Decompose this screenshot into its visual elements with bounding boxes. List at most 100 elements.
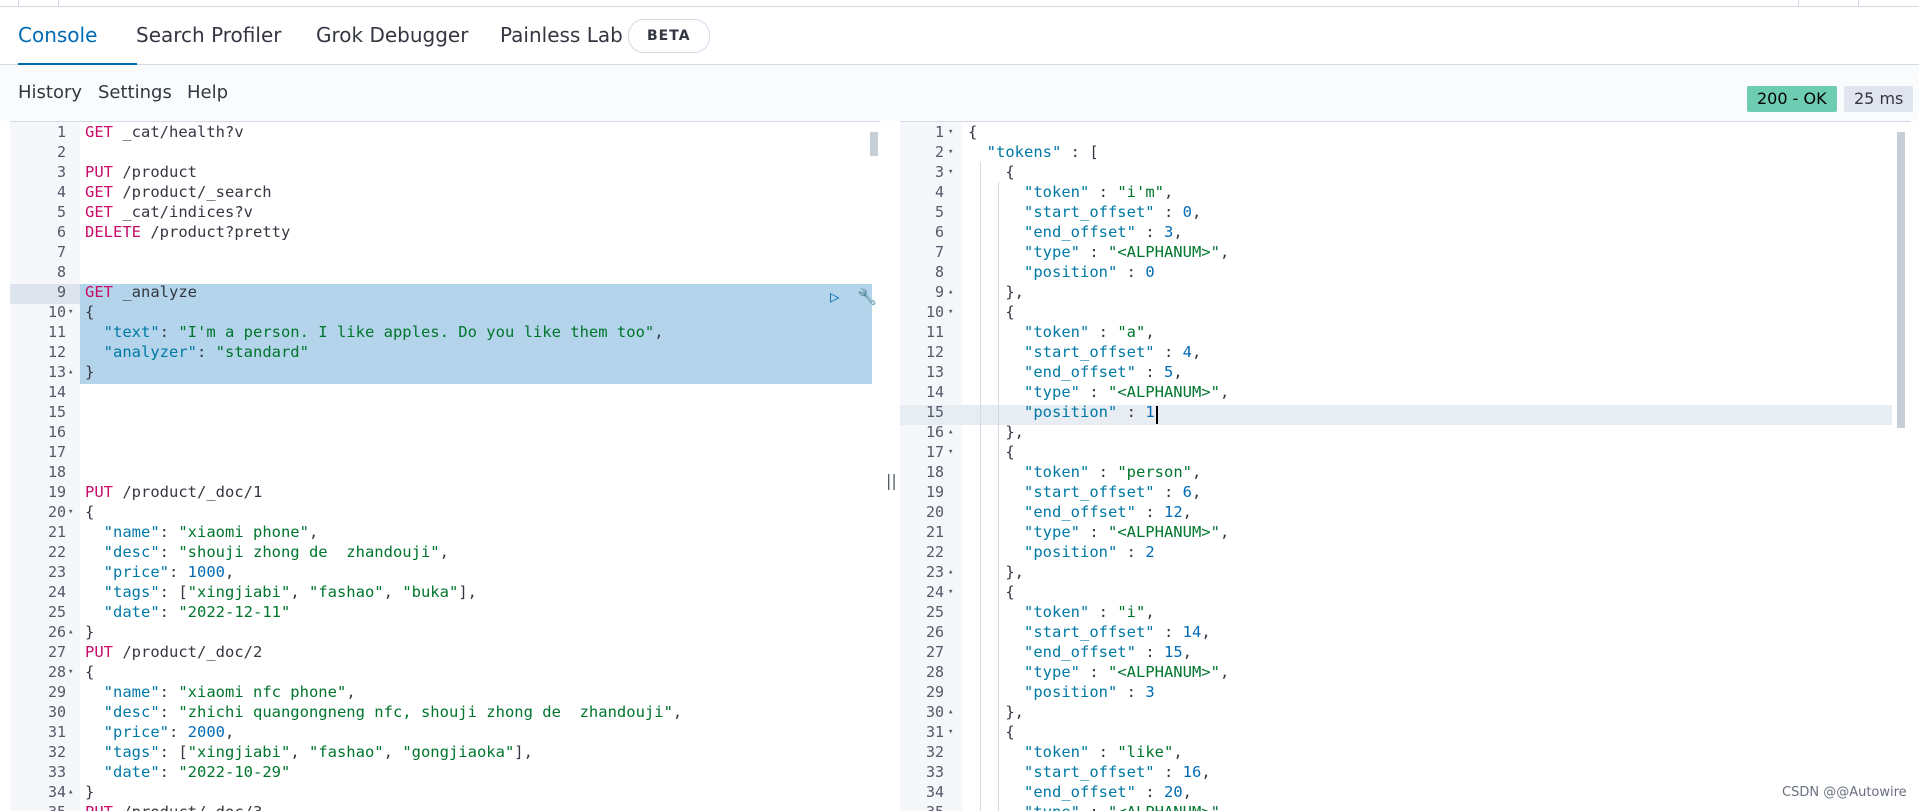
code-token: "end_offset" — [968, 363, 1136, 381]
line-number: 33 — [925, 763, 944, 781]
fold-open-icon[interactable]: ▾ — [948, 302, 953, 322]
response-scrollbar[interactable] — [1897, 132, 1905, 428]
tab-painless-lab[interactable]: Painless Lab — [500, 7, 623, 64]
tab-search-profiler[interactable]: Search Profiler — [136, 7, 281, 64]
code-text: "date": "2022-12-11" — [85, 602, 291, 622]
settings-link[interactable]: Settings — [98, 65, 172, 121]
fold-open-icon[interactable]: ▾ — [948, 122, 953, 142]
code-token: "xingjiabi" — [187, 583, 291, 601]
run-request-icon[interactable]: ▷ — [830, 287, 840, 306]
code-text: } — [85, 782, 94, 802]
fold-close-icon[interactable]: ▴ — [68, 362, 73, 382]
code-token: "tokens" — [968, 143, 1062, 161]
code-token: "position" — [968, 403, 1118, 421]
code-token: "xiaomi phone" — [178, 523, 309, 541]
fold-close-icon[interactable]: ▴ — [948, 282, 953, 302]
code-token: , — [439, 543, 449, 561]
code-token: , — [1145, 323, 1155, 341]
history-link[interactable]: History — [18, 65, 82, 121]
line-number: 18 — [925, 463, 944, 481]
code-token: { — [968, 583, 1015, 601]
code-token: , — [1201, 763, 1211, 781]
code-token: "name" — [85, 523, 160, 541]
line-number: 30 — [47, 703, 66, 721]
code-text: { — [85, 662, 94, 682]
line-number: 29 — [925, 683, 944, 701]
code-token: { — [968, 303, 1015, 321]
code-text: "end_offset" : 5, — [968, 362, 1183, 382]
line-number: 14 — [47, 383, 66, 401]
code-token: : — [1135, 223, 1164, 241]
code-token: PUT — [85, 483, 113, 501]
code-token: : — [159, 523, 179, 541]
divider — [18, 0, 19, 6]
fold-close-icon[interactable]: ▴ — [948, 562, 953, 582]
fold-open-icon[interactable]: ▾ — [948, 582, 953, 602]
fold-open-icon[interactable]: ▾ — [948, 142, 953, 162]
line-number: 27 — [925, 643, 944, 661]
wrench-icon[interactable]: 🔧 — [857, 287, 877, 306]
panel-splitter[interactable]: || — [885, 121, 897, 810]
line-number: 16 — [47, 423, 66, 441]
code-token: , — [225, 563, 235, 581]
code-token: , — [225, 723, 235, 741]
code-token: "token" — [968, 603, 1090, 621]
code-text: "position" : 3 — [968, 682, 1155, 702]
fold-open-icon[interactable]: ▾ — [68, 302, 73, 322]
drag-handle-icon[interactable]: || — [886, 471, 897, 490]
code-token: "date" — [85, 763, 160, 781]
tab-grok-debugger[interactable]: Grok Debugger — [316, 7, 468, 64]
code-token: , — [1182, 643, 1192, 661]
code-text: "start_offset" : 4, — [968, 342, 1201, 362]
fold-close-icon[interactable]: ▴ — [68, 782, 73, 802]
code-token: "price" — [85, 723, 169, 741]
code-token: "token" — [968, 183, 1090, 201]
code-text: "tokens" : [ — [968, 142, 1099, 162]
code-token: ], — [514, 743, 533, 761]
code-token: , — [1173, 363, 1183, 381]
code-token: { — [85, 503, 95, 521]
line-number: 5 — [56, 203, 66, 221]
fold-open-icon[interactable]: ▾ — [948, 722, 953, 742]
code-token: _analyze — [113, 283, 197, 301]
request-scrollbar[interactable] — [870, 132, 878, 156]
fold-close-icon[interactable]: ▴ — [948, 702, 953, 722]
request-editor[interactable]: ▷ 🔧 1 GET _cat/health?v 2 3 PUT /product 4 GET… — [10, 121, 880, 811]
response-viewer[interactable]: 1 ▾{2 ▾ "tokens" : [3 ▾ {4 "token" : "i'm",… — [900, 121, 1911, 811]
code-token: "end_offset" — [968, 643, 1136, 661]
code-token: "token" — [968, 323, 1090, 341]
code-token: 12 — [1163, 503, 1183, 521]
code-token: 0 — [1182, 203, 1192, 221]
code-token: : — [1079, 523, 1108, 541]
code-token: : — [1079, 243, 1108, 261]
fold-open-icon[interactable]: ▾ — [948, 162, 953, 182]
code-token: 0 — [1145, 263, 1155, 281]
code-token: , — [383, 743, 403, 761]
fold-open-icon[interactable]: ▾ — [68, 662, 73, 682]
line-number: 10 — [47, 303, 66, 321]
code-token: : [ — [159, 583, 188, 601]
line-number: 25 — [47, 603, 66, 621]
fold-close-icon[interactable]: ▴ — [68, 622, 73, 642]
code-token: "fashao" — [308, 583, 384, 601]
fold-close-icon[interactable]: ▴ — [948, 422, 953, 442]
code-token: : — [1089, 183, 1118, 201]
line-number: 21 — [47, 523, 66, 541]
code-token: : — [1117, 683, 1146, 701]
help-link[interactable]: Help — [187, 65, 228, 121]
code-token: "token" — [968, 743, 1090, 761]
code-token: GET — [85, 123, 113, 141]
code-token: } — [85, 363, 95, 381]
line-number: 5 — [934, 203, 944, 221]
fold-open-icon[interactable]: ▾ — [68, 502, 73, 522]
code-token: : [ — [1061, 143, 1099, 161]
code-text: { — [968, 302, 1015, 322]
line-number: 1 — [56, 123, 66, 141]
code-token: { — [968, 723, 1015, 741]
code-token: { — [85, 663, 95, 681]
code-token: "2022-12-11" — [178, 603, 291, 621]
tab-console[interactable]: Console — [18, 7, 138, 65]
line-number: 9 — [934, 283, 944, 301]
code-text: "text": "I'm a person. I like apples. Do… — [85, 322, 664, 342]
fold-open-icon[interactable]: ▾ — [948, 442, 953, 462]
